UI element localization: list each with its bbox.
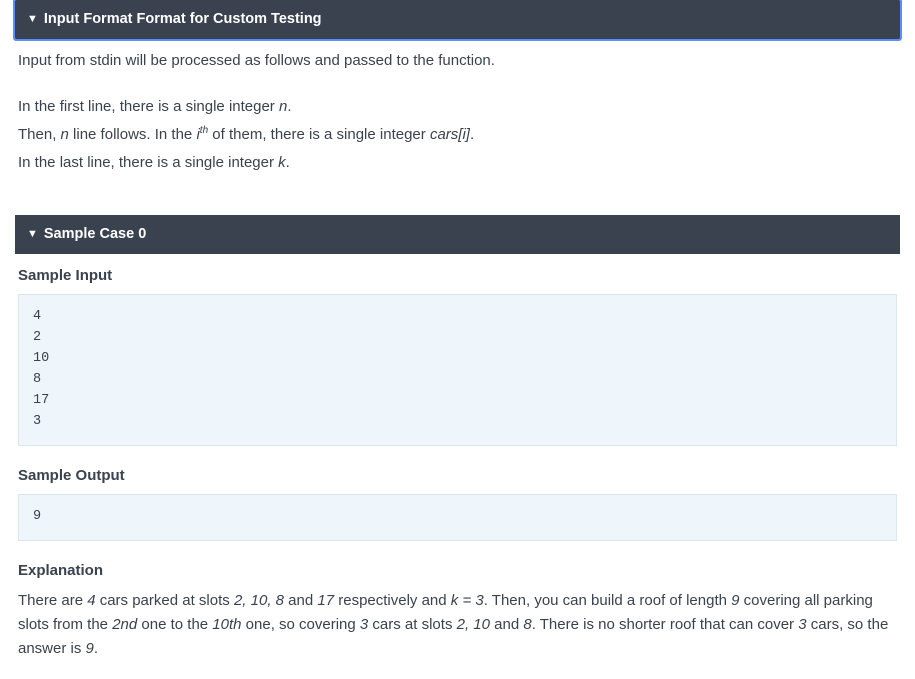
ordinal: 10th (212, 616, 241, 633)
num: 9 (86, 640, 94, 657)
input-format-header[interactable]: ▼ Input Format Format for Custom Testing (15, 0, 900, 39)
text: There are (18, 592, 87, 609)
text: Then, (18, 126, 61, 143)
input-format-title: Input Format Format for Custom Testing (44, 8, 322, 31)
num: 17 (317, 592, 334, 609)
ordinal: 2nd (112, 616, 137, 633)
text: . (94, 640, 98, 657)
sample-case-title: Sample Case 0 (44, 223, 146, 246)
text: . There is no shorter roof that can cove… (532, 616, 799, 633)
sample-input-code: 4 2 10 8 17 3 (18, 294, 897, 446)
text: of them, there is a single integer (208, 126, 430, 143)
text: In the first line, there is a single int… (18, 98, 279, 115)
text: . (470, 126, 474, 143)
text: respectively and (334, 592, 451, 609)
disclosure-triangle-icon: ▼ (27, 229, 38, 240)
text: . Then, you can build a roof of length (484, 592, 731, 609)
explanation-section: Explanation There are 4 cars parked at s… (18, 559, 897, 661)
text: one, so covering (242, 616, 360, 633)
explanation-text: There are 4 cars parked at slots 2, 10, … (18, 589, 897, 661)
sample-case-header[interactable]: ▼ Sample Case 0 (15, 215, 900, 254)
text: In the last line, there is a single inte… (18, 154, 278, 171)
explanation-label: Explanation (18, 559, 897, 583)
ordinal-th: th (200, 125, 208, 136)
sample-input-label: Sample Input (18, 264, 897, 288)
input-format-body: Input from stdin will be processed as fo… (0, 39, 915, 185)
text: cars parked at slots (96, 592, 234, 609)
text: and (284, 592, 317, 609)
sample-output-code: 9 (18, 494, 897, 541)
text: cars at slots (368, 616, 456, 633)
num-list: 2, 10, 8 (234, 592, 284, 609)
disclosure-triangle-icon: ▼ (27, 14, 38, 25)
sample-output-label: Sample Output (18, 464, 897, 488)
input-format-line3: In the last line, there is a single inte… (18, 151, 897, 175)
expr: k = 3 (451, 592, 484, 609)
input-format-line1: In the first line, there is a single int… (18, 95, 897, 119)
variable-k: k (278, 154, 286, 171)
num: 3 (798, 616, 806, 633)
num: 3 (360, 616, 368, 633)
num: 4 (87, 592, 95, 609)
num-list: 2, 10 (457, 616, 490, 633)
input-format-line2: Then, n line follows. In the ith of them… (18, 123, 897, 147)
text: line follows. In the (69, 126, 197, 143)
num: 8 (523, 616, 531, 633)
text: one to the (137, 616, 212, 633)
variable-n: n (61, 126, 69, 143)
input-format-intro: Input from stdin will be processed as fo… (18, 49, 897, 73)
variable-cars-i: cars[i] (430, 126, 470, 143)
text: . (286, 154, 290, 171)
text: and (490, 616, 523, 633)
text: . (287, 98, 291, 115)
